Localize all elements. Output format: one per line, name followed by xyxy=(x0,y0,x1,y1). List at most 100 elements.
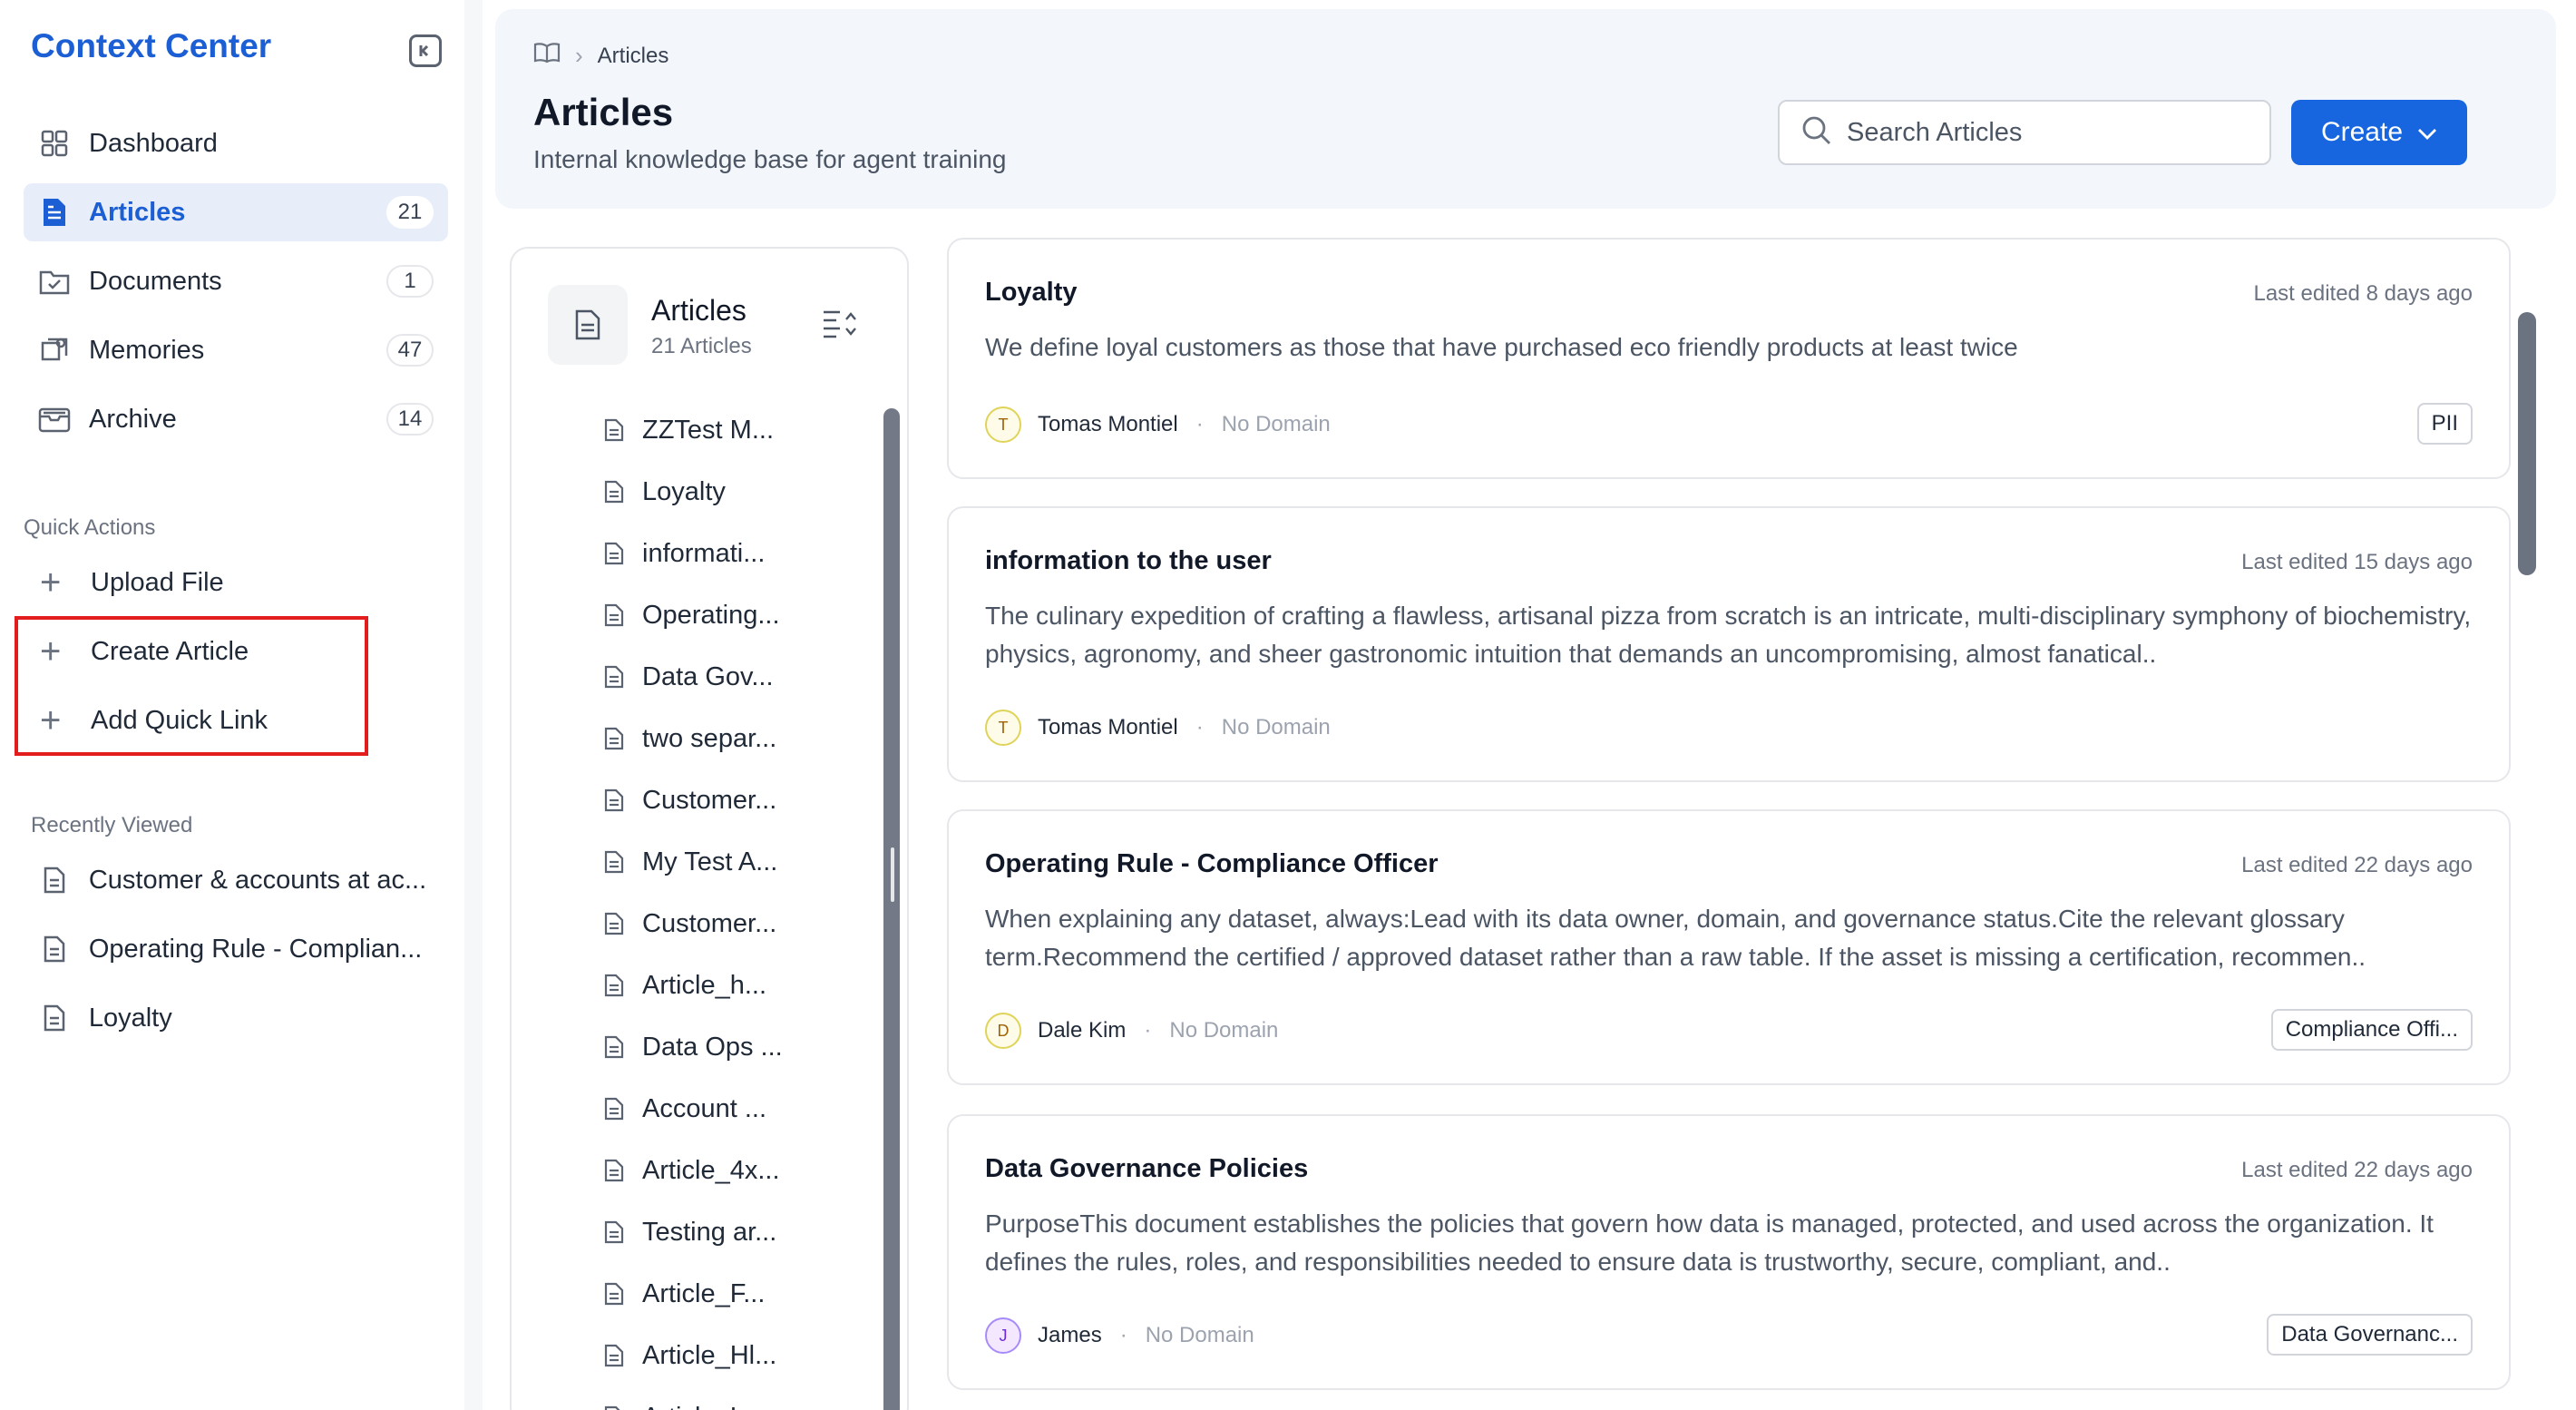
list-item[interactable]: Customer... xyxy=(602,769,856,831)
create-button[interactable]: Create xyxy=(2291,100,2467,165)
document-icon xyxy=(602,1282,626,1306)
document-icon xyxy=(602,603,626,627)
breadcrumb: › Articles xyxy=(533,42,668,70)
article-title[interactable]: Data Governance Policies xyxy=(985,1154,1308,1184)
sidebar-item-documents[interactable]: Documents 1 xyxy=(24,252,448,310)
list-item[interactable]: Loyalty xyxy=(602,461,856,523)
article-excerpt: The culinary expedition of crafting a fl… xyxy=(985,602,2472,668)
list-item[interactable]: Article_F... xyxy=(602,1263,856,1325)
sidebar-item-label: Archive xyxy=(89,404,177,434)
recent-item-label: Operating Rule - Complian... xyxy=(88,934,423,964)
sidebar-item-label: Dashboard xyxy=(89,128,218,158)
list-item[interactable]: Article_4x... xyxy=(602,1140,856,1201)
article-meta: D Dale Kim · No Domain xyxy=(985,1013,1278,1049)
last-edited: Last edited 8 days ago xyxy=(2253,281,2473,306)
main-scrollbar[interactable] xyxy=(2518,312,2536,575)
sidebar-item-archive[interactable]: Archive 14 xyxy=(24,390,448,448)
article-card[interactable]: Data Governance Policies Last edited 22 … xyxy=(947,1114,2511,1390)
count-badge: 1 xyxy=(386,265,434,298)
list-item[interactable]: Operating... xyxy=(602,584,856,646)
last-edited: Last edited 15 days ago xyxy=(2241,550,2473,574)
list-item-label: Customer... xyxy=(642,908,777,938)
last-edited: Last edited 22 days ago xyxy=(2241,1158,2473,1182)
list-item-label: Article_L... xyxy=(642,1403,766,1410)
plus-icon: + xyxy=(40,563,62,602)
article-tag[interactable]: Data Governanc... xyxy=(2267,1314,2473,1356)
separator-dot: · xyxy=(1144,1018,1152,1043)
articles-list-panel: Articles 21 Articles ZZTest M... Loyalty i… xyxy=(510,247,909,1410)
author-name: Dale Kim xyxy=(1038,1018,1127,1043)
list-item[interactable]: Data Ops ... xyxy=(602,1016,856,1078)
article-title[interactable]: Loyalty xyxy=(985,278,1078,308)
search-input[interactable] xyxy=(1847,117,2246,148)
document-icon xyxy=(602,727,626,750)
article-meta: T Tomas Montiel · No Domain xyxy=(985,406,1331,443)
domain-label: No Domain xyxy=(1221,412,1331,436)
list-item-label: Article_h... xyxy=(642,970,766,1000)
author-name: Tomas Montiel xyxy=(1038,412,1178,436)
document-icon xyxy=(602,542,626,565)
document-icon xyxy=(602,974,626,997)
sidebar-item-articles[interactable]: Articles 21 xyxy=(24,183,448,241)
panel-count: 21 Articles xyxy=(651,334,752,358)
sidebar-item-label: Memories xyxy=(89,335,205,365)
article-tag[interactable]: PII xyxy=(2416,403,2473,445)
list-item-label: two separ... xyxy=(642,723,777,753)
collapse-sidebar-icon[interactable] xyxy=(409,34,442,67)
article-card[interactable]: information to the user Last edited 15 d… xyxy=(947,506,2511,782)
document-icon xyxy=(602,1344,626,1367)
page-header: › Articles Articles Internal knowledge b… xyxy=(495,9,2556,209)
list-scrollbar[interactable] xyxy=(883,408,900,1410)
document-icon xyxy=(38,867,71,894)
list-item[interactable]: My Test A... xyxy=(602,831,856,893)
list-item-label: Article_Hl... xyxy=(642,1340,777,1370)
recently-viewed-list: Customer & accounts at ac... Operating R… xyxy=(24,846,450,1053)
article-excerpt: We define loyal customers as those that … xyxy=(985,333,2018,361)
document-icon xyxy=(602,418,626,442)
book-icon[interactable] xyxy=(533,42,561,70)
sidebar-item-memories[interactable]: Memories 47 xyxy=(24,321,448,379)
sidebar: Context Center Dashboard Articles 21 Doc… xyxy=(0,0,464,1410)
document-icon xyxy=(602,788,626,812)
document-icon xyxy=(548,285,628,365)
recent-item-label: Loyalty xyxy=(88,1003,172,1033)
domain-label: No Domain xyxy=(1169,1018,1279,1043)
document-icon xyxy=(602,912,626,935)
article-meta: J James · No Domain xyxy=(985,1317,1254,1354)
quick-action-label: Upload File xyxy=(91,567,224,597)
recent-item[interactable]: Customer & accounts at ac... xyxy=(24,846,450,915)
list-item[interactable]: ZZTest M... xyxy=(602,399,856,461)
count-badge: 47 xyxy=(386,334,434,367)
article-title[interactable]: information to the user xyxy=(985,546,1272,576)
domain-label: No Domain xyxy=(1145,1323,1254,1347)
article-tag[interactable]: Compliance Offi... xyxy=(2270,1009,2473,1051)
list-item[interactable]: Testing ar... xyxy=(602,1201,856,1263)
list-item[interactable]: two separ... xyxy=(602,708,856,769)
count-badge: 21 xyxy=(386,196,434,229)
upload-file-button[interactable]: + Upload File xyxy=(24,548,423,617)
list-item[interactable]: Data Gov... xyxy=(602,646,856,708)
sidebar-item-dashboard[interactable]: Dashboard xyxy=(24,114,448,172)
list-item[interactable]: Account ... xyxy=(602,1078,856,1140)
list-item[interactable]: Article_L... xyxy=(602,1386,856,1410)
document-icon xyxy=(602,1405,626,1410)
document-icon xyxy=(38,1004,71,1032)
article-card[interactable]: Loyalty Last edited 8 days ago We define… xyxy=(947,238,2511,479)
recent-item[interactable]: Operating Rule - Complian... xyxy=(24,915,450,984)
list-item[interactable]: Article_h... xyxy=(602,955,856,1016)
recent-item[interactable]: Loyalty xyxy=(24,984,450,1053)
list-item[interactable]: Customer... xyxy=(602,893,856,955)
article-card[interactable]: Operating Rule - Compliance Officer Last… xyxy=(947,809,2511,1085)
sort-icon[interactable] xyxy=(822,307,860,344)
separator-dot: · xyxy=(1119,1323,1127,1347)
article-title[interactable]: Operating Rule - Compliance Officer xyxy=(985,849,1439,879)
search-box[interactable] xyxy=(1778,100,2271,165)
create-button-label: Create xyxy=(2320,117,2404,147)
recently-viewed-heading: Recently Viewed xyxy=(31,813,193,837)
page-subtitle: Internal knowledge base for agent traini… xyxy=(533,145,1007,173)
list-item-label: Customer... xyxy=(642,785,777,815)
list-item[interactable]: Article_Hl... xyxy=(602,1325,856,1386)
grid-icon xyxy=(38,127,71,160)
list-item[interactable]: informati... xyxy=(602,523,856,584)
document-icon xyxy=(602,1097,626,1121)
